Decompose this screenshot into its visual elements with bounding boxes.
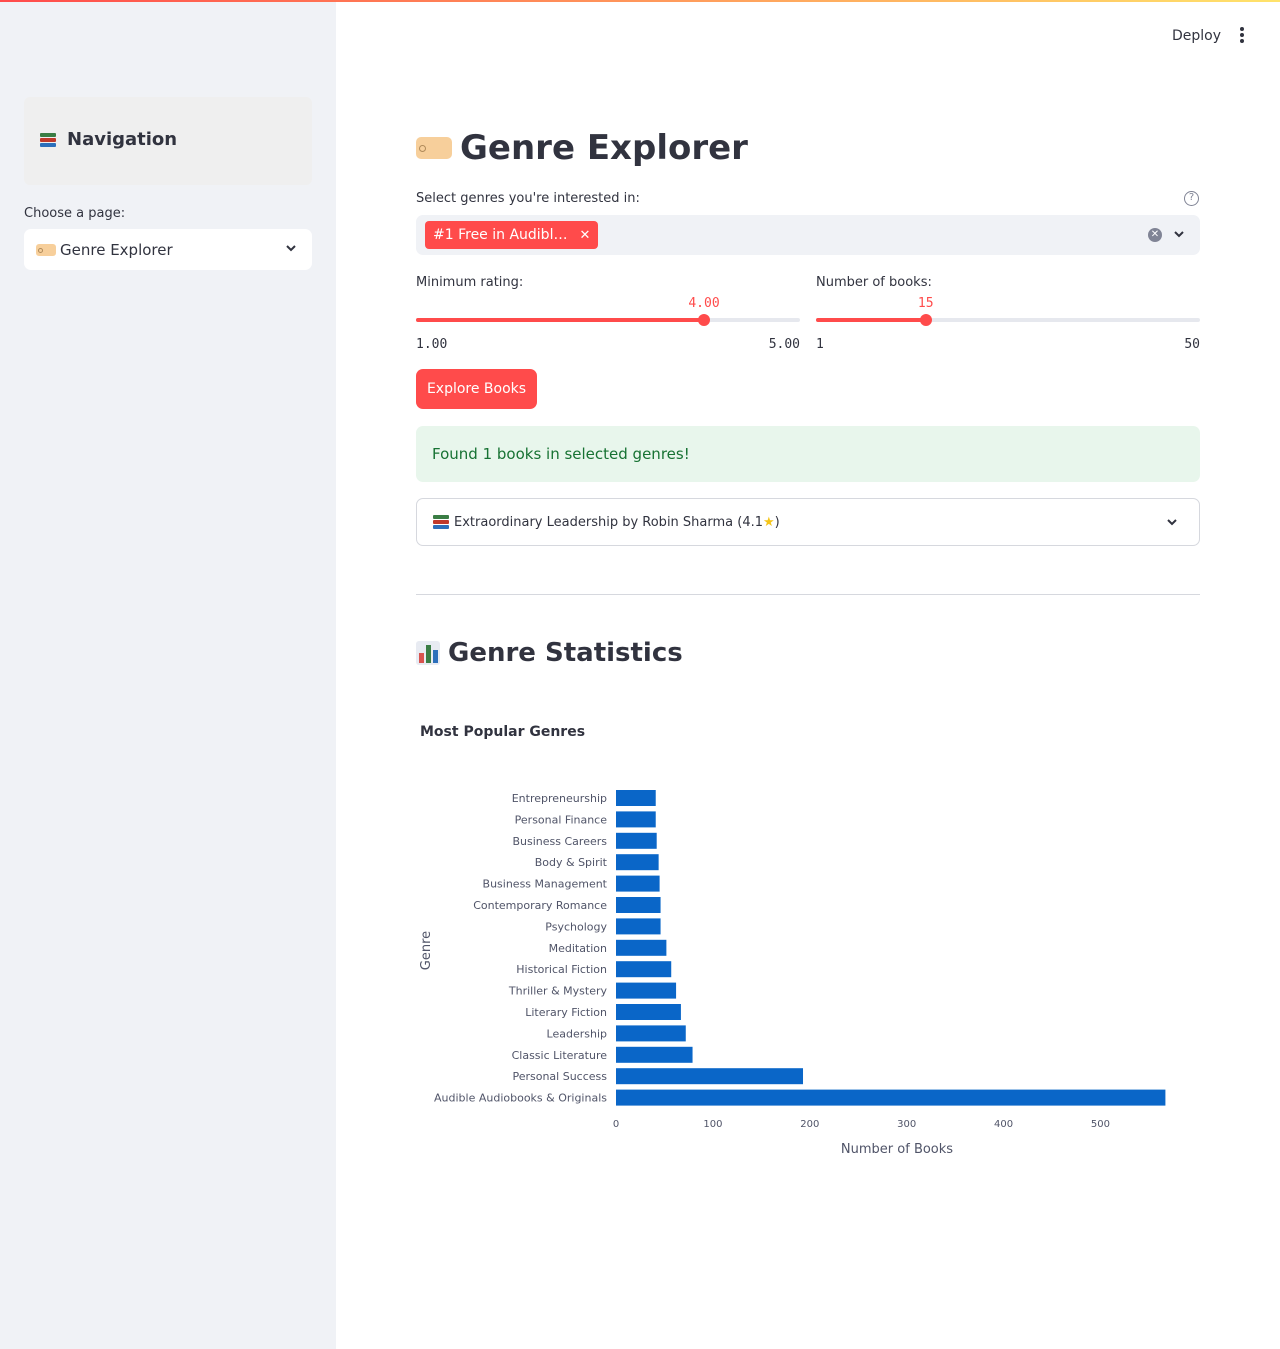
x-axis-label: Number of Books <box>841 1142 953 1157</box>
chart-svg: Entrepreneurship Personal Finance Business… <box>419 790 1166 1157</box>
y-tick-label: Business Management <box>483 878 608 891</box>
y-tick-label: Classic Literature <box>512 1049 608 1062</box>
help-icon[interactable]: ? <box>1184 191 1199 206</box>
num-books-slider[interactable]: 15 1 50 <box>816 296 1200 352</box>
navigation-title: Navigation <box>40 129 177 150</box>
slider-min-label: 1.00 <box>416 337 448 352</box>
slider-max-label: 50 <box>1184 337 1200 352</box>
genre-chart: Most Popular Genres Entrepreneurship Pers… <box>416 712 1200 1182</box>
bar <box>616 939 667 956</box>
slider-thumb[interactable] <box>698 314 710 326</box>
deploy-button[interactable]: Deploy <box>1160 24 1233 48</box>
y-tick-label: Personal Success <box>512 1070 607 1083</box>
bar <box>616 832 657 849</box>
page-title-text: Genre Explorer <box>460 128 748 168</box>
y-tick-label: Thriller & Mystery <box>508 985 608 998</box>
books-icon <box>40 132 56 147</box>
x-tick-label: 200 <box>800 1119 819 1130</box>
slider-max-label: 5.00 <box>768 337 800 352</box>
x-tick-label: 400 <box>994 1119 1013 1130</box>
y-tick-label: Leadership <box>547 1027 607 1040</box>
chevron-down-icon <box>286 245 296 252</box>
result-item-close: ) <box>774 514 780 530</box>
min-rating-slider[interactable]: 4.00 1.00 5.00 <box>416 296 800 352</box>
navigation-header: Navigation <box>24 97 312 185</box>
slider-thumb[interactable] <box>919 314 932 326</box>
bar <box>616 897 661 913</box>
explore-books-button[interactable]: Explore Books <box>416 369 537 409</box>
chart-title: Most Popular Genres <box>420 724 586 740</box>
bar <box>616 918 661 935</box>
navigation-title-text: Navigation <box>67 129 178 150</box>
bar <box>616 1004 681 1020</box>
y-axis-label: Genre <box>419 931 434 970</box>
y-tick-label: Business Careers <box>513 835 608 848</box>
x-tick-label: 500 <box>1091 1119 1110 1130</box>
bar <box>616 854 659 871</box>
y-tick-label: Psychology <box>545 920 607 933</box>
genre-multiselect[interactable]: #1 Free in Audibl… ✕ ✕ <box>416 215 1200 255</box>
y-tick-label: Personal Finance <box>515 813 608 826</box>
divider <box>416 594 1200 595</box>
bar <box>616 875 660 892</box>
sidebar: Navigation Choose a page: Genre Explorer <box>0 2 336 1349</box>
x-tick-label: 0 <box>613 1119 619 1130</box>
min-rating-label: Minimum rating: <box>416 275 524 290</box>
chevron-down-icon[interactable] <box>1172 227 1186 241</box>
bar <box>616 961 672 978</box>
y-tick-label: Entrepreneurship <box>512 792 607 805</box>
result-item-label: Extraordinary Leadership by Robin Sharma… <box>454 514 764 530</box>
y-tick-label: Body & Spirit <box>535 856 608 869</box>
y-tick-label: Literary Fiction <box>525 1006 607 1019</box>
stats-heading-text: Genre Statistics <box>448 638 683 668</box>
x-tick-label: 300 <box>897 1119 916 1130</box>
page-title: Genre Explorer <box>416 128 748 168</box>
remove-chip-icon[interactable]: ✕ <box>579 228 590 243</box>
bar <box>616 811 656 828</box>
star-icon: ★ <box>763 514 775 530</box>
y-tick-label: Meditation <box>549 942 607 955</box>
num-books-label: Number of books: <box>816 275 932 290</box>
stats-heading: Genre Statistics <box>416 638 683 668</box>
chevron-down-icon <box>1167 519 1177 526</box>
bar <box>616 1068 804 1085</box>
bar <box>616 1046 693 1063</box>
slider-value: 4.00 <box>688 296 720 311</box>
bar <box>616 1025 686 1042</box>
page-select[interactable]: Genre Explorer <box>24 229 312 270</box>
genre-chip: #1 Free in Audibl… ✕ <box>425 221 599 249</box>
success-alert: Found 1 books in selected genres! <box>416 426 1200 482</box>
y-tick-label: Contemporary Romance <box>473 899 607 912</box>
slider-fill <box>416 318 704 322</box>
y-tick-label: Historical Fiction <box>516 963 607 976</box>
page-select-label: Choose a page: <box>24 206 126 221</box>
tag-icon <box>36 243 56 256</box>
slider-fill <box>816 318 926 322</box>
bar <box>616 790 656 806</box>
bar <box>616 1089 1166 1106</box>
genres-label: Select genres you're interested in: <box>416 191 640 206</box>
y-tick-label: Audible Audiobooks & Originals <box>434 1092 607 1105</box>
slider-min-label: 1 <box>816 337 824 352</box>
x-tick-label: 100 <box>703 1119 722 1130</box>
result-expander[interactable]: Extraordinary Leadership by Robin Sharma… <box>416 498 1200 546</box>
genre-chip-label: #1 Free in Audibl… <box>433 227 568 243</box>
bar <box>616 982 677 999</box>
slider-value: 15 <box>917 296 934 311</box>
clear-all-icon[interactable]: ✕ <box>1148 228 1162 242</box>
tag-icon <box>416 137 452 159</box>
bar-chart-icon <box>416 641 440 665</box>
main-menu-icon[interactable] <box>1236 26 1248 46</box>
page-select-value: Genre Explorer <box>60 240 173 259</box>
books-icon <box>433 515 449 529</box>
